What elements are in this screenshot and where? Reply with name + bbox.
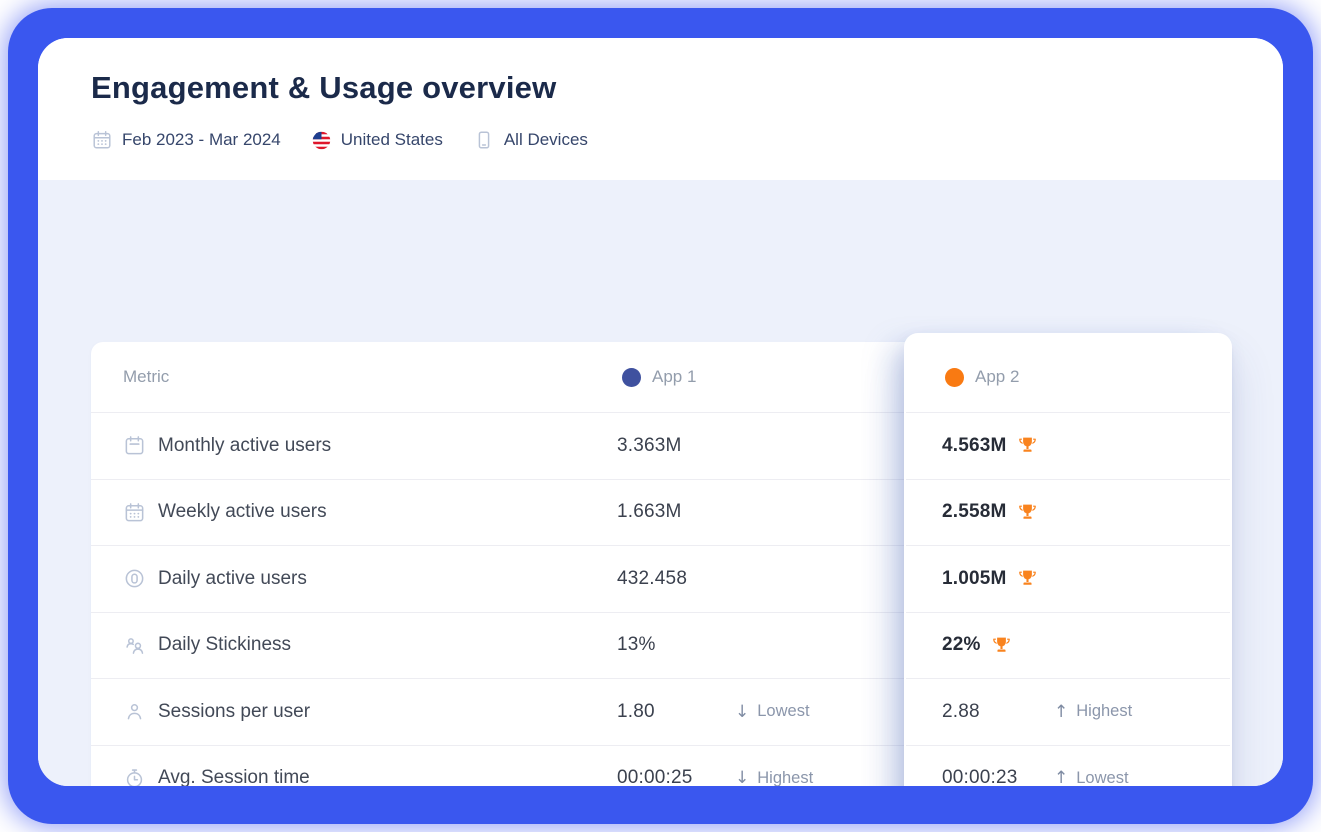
trend-label: Highest [757,769,813,786]
trophy-icon [991,635,1012,656]
app1-value: 432.458 [617,568,687,590]
app1-value: 00:00:25 [617,767,693,786]
metric-label: Weekly active users [158,501,327,523]
app2-value: 00:00:23 [942,767,1018,786]
page-title: Engagement & Usage overview [91,70,556,106]
app2-table-row: 1.005M [906,545,1230,612]
metric-label: Daily active users [158,568,307,590]
stopwatch-icon [123,767,146,786]
country-label: United States [341,130,443,150]
filter-row: Feb 2023 - Mar 2024 [91,129,588,151]
app-window: Engagement & Usage overview Feb 2023 - M… [38,38,1283,786]
app2-dot-icon [945,368,964,387]
app2-value: 1.005M [942,568,1038,590]
trend-indicator: ↓ Lowest [735,702,810,722]
app1-value: 13% [617,634,656,656]
app2-table-row: 22% [906,612,1230,679]
app2-header-row: App 2 [904,342,1232,412]
page-header: Engagement & Usage overview Feb 2023 - M… [38,38,1283,180]
trend-arrow-down-icon: ↓ [735,702,749,722]
trend-indicator: ↓ Highest [735,768,813,786]
calendar-range-icon [91,129,113,151]
user-icon [123,700,146,723]
date-range-filter[interactable]: Feb 2023 - Mar 2024 [91,129,281,151]
content-panel: Metric App 1 Monthly active users 3.363M W… [38,180,1283,786]
metric-column-header: Metric [123,367,169,387]
trend-arrow-up-icon: ↑ [1054,768,1068,786]
trend-arrow-down-icon: ↓ [735,768,749,786]
device-filter[interactable]: All Devices [473,129,588,151]
date-range-label: Feb 2023 - Mar 2024 [122,130,281,150]
country-filter[interactable]: United States [311,130,443,151]
calendar-dots-icon [123,501,146,524]
app1-dot-icon [622,368,641,387]
metric-label: Daily Stickiness [158,634,291,656]
metric-label: Monthly active users [158,435,331,457]
trend-indicator: ↑ Highest [1054,702,1132,722]
trend-label: Highest [1076,702,1132,721]
trophy-icon [1017,568,1038,589]
trophy-icon [1017,435,1038,456]
app2-table-row: 2.558M [906,479,1230,546]
users-icon [123,634,146,657]
trend-label: Lowest [1076,769,1128,786]
app2-column-header: App 2 [975,367,1019,387]
calendar-line-icon [123,434,146,457]
app2-value: 2.88 [942,701,980,723]
app1-value: 1.80 [617,701,655,723]
us-flag-icon [311,130,332,151]
trend-label: Lowest [757,702,809,721]
device-icon [473,129,495,151]
app2-winner-card: App 2 4.563M 2.558M 1.005M 22% 2.88 ↑ Highest 0… [904,333,1232,786]
app2-table-row: 00:00:23 ↑ Lowest [906,745,1230,787]
daily-circle-icon [123,567,146,590]
app2-value: 4.563M [942,435,1038,457]
metric-label: Avg. Session time [158,767,310,786]
app2-table-row: 4.563M [906,412,1230,479]
app1-value: 1.663M [617,501,682,523]
device-label: All Devices [504,130,588,150]
app1-value: 3.363M [617,435,682,457]
trend-arrow-up-icon: ↑ [1054,702,1068,722]
app2-value: 2.558M [942,501,1038,523]
trend-indicator: ↑ Lowest [1054,768,1129,786]
trophy-icon [1017,502,1038,523]
app2-value: 22% [942,634,1012,656]
app2-table-row: 2.88 ↑ Highest [906,678,1230,745]
app1-column-header: App 1 [652,367,696,387]
metric-label: Sessions per user [158,701,310,723]
